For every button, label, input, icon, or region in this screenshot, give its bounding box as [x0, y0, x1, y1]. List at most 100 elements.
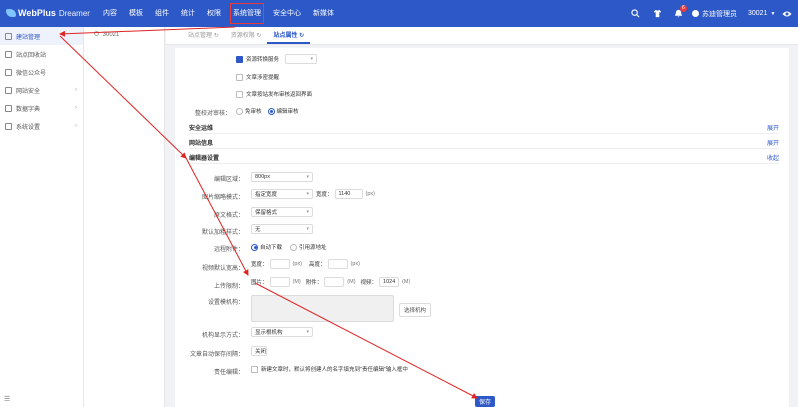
upload-img-label: 图片： — [251, 280, 268, 286]
video-height-label: 高度： — [309, 262, 326, 268]
default-style-select[interactable]: 无 ▾ — [251, 224, 313, 234]
upload-img-input[interactable] — [269, 277, 290, 287]
expand-link[interactable]: 展开 — [767, 123, 779, 132]
radio-selected-icon[interactable] — [267, 107, 275, 115]
section-editor-settings[interactable]: 编辑器设置 收起 — [189, 151, 779, 164]
nav-item-media[interactable]: 新媒体 — [307, 0, 340, 27]
sidebar-item-site-management[interactable]: 建站管理 — [0, 27, 83, 45]
chevron-down-icon: ▾ — [260, 348, 263, 354]
sidebar-item-wechat[interactable]: 微信公众号 — [0, 63, 83, 81]
section-security-ops[interactable]: 安全运维 展开 — [189, 121, 779, 134]
img-mode-select[interactable]: 指定宽度 ▾ — [251, 189, 313, 199]
section-site-info[interactable]: 网站信息 展开 — [189, 136, 779, 149]
review-option-none[interactable]: 免审核 — [245, 107, 262, 115]
chevron-right-icon: › — [75, 123, 77, 129]
responsible-editor-option[interactable]: 新建文章时，默认将创建人的名字填充到"责任编辑"输入框中 — [251, 364, 408, 374]
publish-nav-label: 文章按站发布审核返回界面 — [246, 92, 313, 98]
checkbox-icon[interactable] — [236, 73, 243, 81]
autosave-label: 文章自动保存间隔： — [189, 352, 244, 358]
video-height-input[interactable] — [327, 259, 348, 269]
chevron-down-icon: ▾ — [306, 209, 309, 215]
publish-nav-option[interactable]: 文章按站发布审核返回界面 — [236, 89, 312, 99]
user-name: 苏迪管理员 — [702, 10, 737, 18]
review-option-editor[interactable]: 编辑审核 — [277, 107, 299, 115]
sidebar-item-label: 网站安全 — [16, 88, 41, 95]
refresh-icon: ↻ — [256, 33, 262, 39]
img-width-group: 宽度： 1140 (px) — [316, 189, 378, 199]
site-icon — [5, 32, 12, 40]
save-button[interactable]: 保存 — [475, 396, 495, 407]
editor-area-select[interactable]: 800px ▾ — [251, 172, 313, 182]
nav-item-permission[interactable]: 权限 — [201, 0, 227, 27]
review-label: 整校对审核： — [194, 111, 231, 117]
tab-resource-permission[interactable]: 资源权限 ↻ — [225, 27, 268, 44]
sidebar-item-web-security[interactable]: 网站安全 › — [0, 81, 83, 99]
remote-radio-group: 自动下载 引用源地址 — [251, 242, 327, 252]
chevron-down-icon: ▾ — [310, 56, 314, 62]
org-display-select[interactable]: 显示根机构 ▾ — [251, 327, 313, 337]
nav-item-content[interactable]: 内容 — [97, 0, 123, 27]
user-icon — [692, 10, 699, 17]
sidebar-item-label: 建站管理 — [16, 34, 41, 41]
radio-icon[interactable] — [236, 107, 243, 115]
shirt-icon[interactable] — [653, 0, 662, 27]
site-node-icon — [94, 31, 99, 36]
upload-limit-group: 图片： (M) 附件： (M) 视频： 1024 (M) — [251, 277, 413, 287]
remote-option-reference[interactable]: 引用源地址 — [299, 243, 327, 251]
org-display-label: 机构显示方式： — [201, 333, 244, 339]
m-unit: (M) — [292, 279, 301, 285]
autosave-select[interactable]: 关闭 ▾ — [251, 346, 267, 356]
nav-item-component[interactable]: 组件 — [149, 0, 175, 27]
nav-item-system[interactable]: 系统管理 — [227, 0, 267, 27]
sidebar-item-dictionary[interactable]: 数据字典 › — [0, 99, 83, 117]
tree-node[interactable]: 30021 — [84, 27, 164, 38]
brand-logo[interactable]: WebPlus Dreamer — [6, 8, 90, 18]
default-style-label: 默认加粗样式： — [201, 230, 244, 236]
nav-item-security[interactable]: 安全中心 — [267, 0, 307, 27]
resource-convert-select[interactable]: ▾ — [285, 54, 318, 64]
video-width-input[interactable] — [269, 259, 290, 269]
nav-item-template[interactable]: 模板 — [123, 0, 149, 27]
remote-option-download[interactable]: 自动下载 — [260, 243, 282, 251]
tree-node-label: 30021 — [102, 32, 120, 38]
org-textarea[interactable] — [251, 295, 394, 322]
tab-site-management[interactable]: 站点管理 ↻ — [182, 27, 225, 44]
select-org-button[interactable]: 选择机构 — [399, 303, 432, 317]
article-push-option[interactable]: 文章涉密提醒 — [236, 72, 279, 82]
sidebar-item-label: 系统设置 — [16, 124, 41, 131]
brand-name: WebPlus — [18, 8, 56, 18]
checkbox-checked-icon[interactable] — [236, 55, 243, 63]
article-push-label: 文章涉密提醒 — [246, 75, 280, 81]
upload-att-input[interactable] — [324, 277, 345, 287]
text-style-select[interactable]: 保留格式 ▾ — [251, 207, 313, 217]
px-unit: (px) — [350, 261, 360, 267]
upload-video-input[interactable]: 1024 — [379, 277, 400, 287]
tab-site-properties[interactable]: 站点属性 ↻ — [267, 27, 311, 44]
chevron-down-icon: ▾ — [306, 329, 309, 335]
site-switcher[interactable]: 30021 ▼ — [748, 0, 775, 27]
text-style-label: 原文格式： — [213, 213, 244, 219]
checkbox-icon[interactable] — [236, 90, 243, 98]
collapse-icon[interactable]: ☰ — [4, 395, 10, 403]
img-width-input[interactable]: 1140 — [334, 189, 363, 199]
nav-item-stats[interactable]: 统计 — [175, 0, 201, 27]
sidebar-item-recycle[interactable]: 站点回收站 — [0, 45, 83, 63]
checkbox-icon[interactable] — [251, 365, 258, 373]
brand-sub: Dreamer — [58, 8, 90, 18]
sidebar-item-system-settings[interactable]: 系统设置 › — [0, 117, 83, 135]
resource-convert-option[interactable]: 资源转换服务 ▾ — [236, 54, 318, 64]
sidebar-item-label: 数据字典 — [16, 106, 41, 113]
collapse-link[interactable]: 收起 — [767, 153, 779, 162]
expand-link[interactable]: 展开 — [767, 138, 779, 147]
radio-icon[interactable] — [290, 243, 298, 251]
search-icon[interactable] — [631, 0, 640, 27]
sidebar-item-label: 站点回收站 — [16, 52, 47, 59]
bell-icon[interactable]: 6 — [674, 0, 687, 27]
chevron-down-icon: ▾ — [306, 226, 309, 232]
user-menu[interactable]: 苏迪管理员 — [692, 0, 737, 27]
resource-convert-label: 资源转换服务 — [246, 57, 280, 63]
radio-selected-icon[interactable] — [251, 243, 258, 251]
px-unit: (px) — [292, 261, 302, 267]
eye-icon[interactable] — [782, 0, 792, 27]
section-title: 编辑器设置 — [189, 155, 220, 162]
